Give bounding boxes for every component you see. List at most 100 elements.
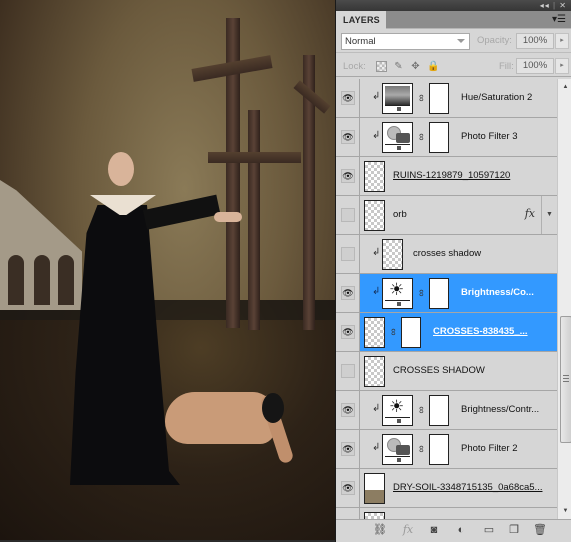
fill-slider-button[interactable]: ▸ [555, 58, 569, 74]
visibility-cell: 👁 [336, 79, 360, 117]
layer-row[interactable]: 👁 ↲ ☀ ∞ Brightness/Co... [336, 274, 557, 313]
scroll-down-icon[interactable]: ▼ [558, 505, 571, 517]
mask-link-icon[interactable]: ∞ [416, 445, 427, 452]
new-group-icon[interactable]: ▭ [481, 524, 497, 536]
lock-position-icon[interactable]: ✥ [410, 61, 421, 72]
layer-effects-icon[interactable]: fx [525, 207, 535, 220]
visibility-cell: 👁 [336, 430, 360, 468]
eye-icon[interactable]: 👁 [341, 130, 355, 144]
add-mask-icon[interactable]: ◙ [426, 524, 442, 536]
layer-row[interactable]: CROSSES SHADOW [336, 352, 557, 391]
layer-mask-thumbnail[interactable] [429, 83, 449, 114]
layer-thumbnail[interactable] [364, 161, 385, 192]
layer-name[interactable]: DRY-SOIL-3348715135_0a68ca5... [393, 482, 542, 493]
layer-name[interactable]: Brightness/Contr... [461, 404, 539, 415]
layer-name[interactable]: Hue/Saturation 2 [461, 92, 532, 103]
link-layers-icon[interactable]: ⛓ [372, 524, 388, 536]
layer-name[interactable]: CROSSES SHADOW [393, 365, 485, 376]
mask-link-icon[interactable]: ∞ [416, 133, 427, 140]
layer-thumbnail[interactable] [364, 473, 385, 504]
hue-saturation-icon[interactable] [382, 83, 413, 114]
visibility-cell: 👁 [336, 274, 360, 312]
eye-icon[interactable]: 👁 [341, 91, 355, 105]
eye-icon[interactable]: 👁 [341, 169, 355, 183]
opacity-field[interactable]: 100% [516, 33, 554, 49]
standing-woman-hand [214, 212, 242, 222]
eye-icon[interactable]: 👁 [341, 286, 355, 300]
delete-layer-icon[interactable]: 🗑 [532, 524, 548, 536]
blend-row: Normal Opacity: 100% ▸ [336, 29, 571, 52]
eye-icon[interactable]: 👁 [341, 481, 355, 495]
layer-row[interactable]: 👁 ∞ CROSSES-838435_... [336, 313, 557, 352]
layer-mask-thumbnail[interactable] [429, 278, 449, 309]
eye-icon[interactable]: 👁 [341, 442, 355, 456]
layer-thumbnail[interactable] [364, 317, 385, 348]
lock-image-brush-icon[interactable]: ✎ [393, 61, 404, 72]
expand-effects-icon[interactable]: ▼ [541, 196, 557, 234]
layer-name[interactable]: crosses shadow [413, 248, 481, 259]
layer-row[interactable]: 👁 DRY-SOIL-3348715135_0a68ca5... [336, 469, 557, 508]
layer-row[interactable] [336, 508, 557, 519]
layer-mask-thumbnail[interactable] [429, 395, 449, 426]
close-icon[interactable]: ✕ [559, 1, 567, 10]
standing-woman-head [108, 152, 134, 186]
lock-transparent-icon[interactable] [376, 61, 387, 72]
layer-name[interactable]: Photo Filter 2 [461, 443, 518, 454]
layer-row[interactable]: 👁 RUINS-1219879_10597120 [336, 157, 557, 196]
layer-row[interactable]: orb fx ▼ [336, 196, 557, 235]
layer-row[interactable]: 👁 ↲ ☀ ∞ Brightness/Contr... [336, 391, 557, 430]
opacity-slider-button[interactable]: ▸ [555, 33, 569, 49]
lock-all-icon[interactable]: 🔒 [427, 61, 439, 72]
photo-filter-icon[interactable] [382, 434, 413, 465]
mask-link-icon[interactable]: ∞ [416, 406, 427, 413]
brightness-contrast-icon[interactable]: ☀ [382, 278, 413, 309]
layer-style-icon[interactable]: fx [400, 524, 416, 536]
layer-row[interactable]: 👁 ↲ ∞ Photo Filter 3 [336, 118, 557, 157]
layer-thumbnail[interactable] [364, 200, 385, 231]
layer-row[interactable]: 👁 ↲ ∞ Hue/Saturation 2 [336, 79, 557, 118]
layers-panel: ◂◂ | ✕ LAYERS ▾☰ Normal Opacity: 100% ▸ … [335, 0, 571, 542]
clipping-mask-icon: ↲ [372, 403, 381, 414]
collapse-icon[interactable]: ◂◂ [540, 1, 550, 10]
lying-figure [165, 392, 275, 444]
layer-row[interactable]: ↲ crosses shadow [336, 235, 557, 274]
document-canvas[interactable] [0, 0, 335, 540]
fill-label: Fill: [499, 61, 514, 72]
layer-name[interactable]: Photo Filter 3 [461, 131, 518, 142]
layer-name[interactable]: orb [393, 209, 407, 220]
eye-icon[interactable]: 👁 [341, 403, 355, 417]
mask-link-icon[interactable]: ∞ [388, 328, 399, 335]
fill-field[interactable]: 100% [516, 58, 554, 74]
scroll-up-icon[interactable]: ▲ [558, 81, 571, 93]
panel-menu-icon[interactable]: ▾☰ [552, 14, 566, 26]
visibility-toggle-empty[interactable] [341, 208, 355, 222]
layer-mask-thumbnail[interactable] [429, 434, 449, 465]
layer-name[interactable]: RUINS-1219879_10597120 [393, 170, 510, 181]
layer-name[interactable]: Brightness/Co... [461, 287, 534, 298]
clipping-mask-icon: ↲ [372, 247, 381, 258]
layer-thumbnail[interactable] [382, 239, 403, 270]
layer-name[interactable]: CROSSES-838435_... [433, 326, 528, 337]
new-layer-icon[interactable]: ❐ [506, 524, 522, 536]
eye-icon[interactable]: 👁 [341, 325, 355, 339]
layer-thumbnail[interactable] [364, 512, 385, 519]
standing-woman-arm [142, 194, 221, 230]
blend-mode-select[interactable]: Normal [341, 33, 470, 50]
layer-mask-thumbnail[interactable] [429, 122, 449, 153]
opacity-label: Opacity: [477, 35, 512, 46]
tab-layers[interactable]: LAYERS [336, 11, 386, 30]
layer-row[interactable]: 👁 ↲ ∞ Photo Filter 2 [336, 430, 557, 469]
mask-link-icon[interactable]: ∞ [416, 94, 427, 101]
adjustment-layer-icon[interactable]: ◐ [453, 524, 469, 536]
layer-mask-thumbnail[interactable] [401, 317, 421, 348]
mask-link-icon[interactable]: ∞ [416, 289, 427, 296]
brightness-contrast-icon[interactable]: ☀ [382, 395, 413, 426]
layers-scrollbar[interactable]: ▲ ▼ [557, 79, 571, 519]
clipping-mask-icon: ↲ [372, 91, 381, 102]
lock-label: Lock: [343, 61, 366, 72]
visibility-toggle-empty[interactable] [341, 364, 355, 378]
photo-filter-icon[interactable] [382, 122, 413, 153]
scrollbar-thumb[interactable] [560, 316, 571, 443]
layer-thumbnail[interactable] [364, 356, 385, 387]
visibility-toggle-empty[interactable] [341, 247, 355, 261]
